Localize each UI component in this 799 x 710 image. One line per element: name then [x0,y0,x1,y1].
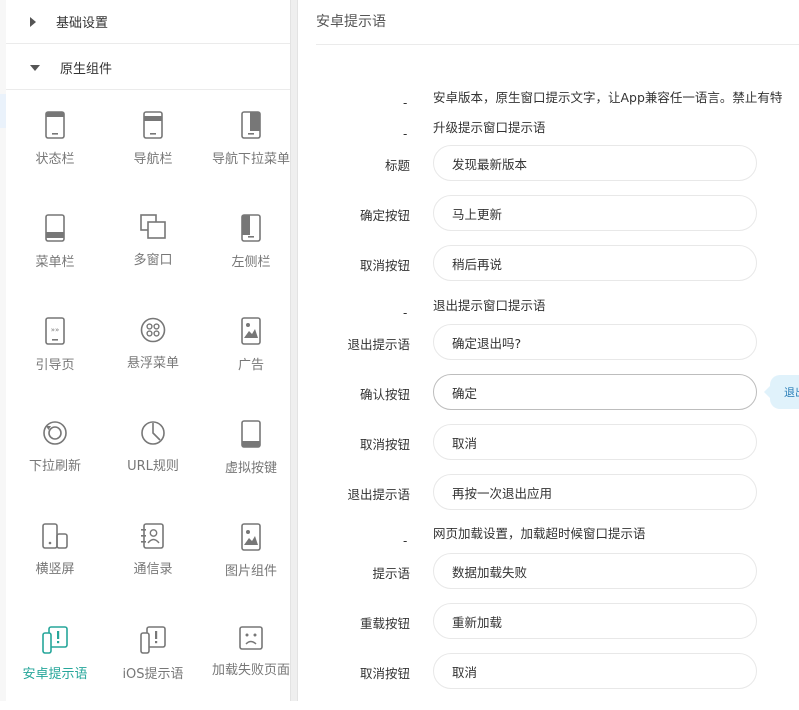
exit-press-again-input[interactable] [433,474,757,510]
load-prompt-input[interactable] [433,553,757,589]
contacts-icon [141,523,164,549]
component-url-rule[interactable]: URL规则 [104,401,202,504]
phone-status-bar-icon [45,111,65,139]
load-cancel-input[interactable] [433,653,757,689]
section-native-components[interactable]: 原生组件 [6,46,290,90]
component-label: 引导页 [35,358,75,373]
screen-rotate-icon [42,523,68,549]
upgrade-confirm-input[interactable] [433,195,757,231]
field-label-exit-cancel: 取消按钮 [359,437,410,452]
component-floating-menu[interactable]: 悬浮菜单 [104,298,202,401]
url-rule-icon [141,421,165,445]
field-label-reload: 重载按钮 [359,616,410,631]
component-label: 菜单栏 [35,255,75,270]
caret-right-icon [30,16,36,27]
dash-marker: - [403,306,408,320]
dash-marker: - [403,127,408,141]
floating-menu-icon [140,317,166,343]
android-alert-icon [42,626,68,654]
tooltip-text: 退出 [784,386,799,399]
component-screen-rotate[interactable]: 横竖屏 [6,504,104,607]
svg-text:»»: »» [51,326,60,334]
section-label: 基础设置 [56,16,109,31]
field-label-exit-prompt: 退出提示语 [347,337,410,352]
phone-menu-bar-icon [45,214,65,242]
component-left-sidebar[interactable]: 左侧栏 [202,195,300,298]
field-label-title: 标题 [384,158,410,173]
load-failed-face-icon [239,626,263,650]
exit-prompt-input[interactable] [433,324,757,360]
component-pull-refresh[interactable]: 下拉刷新 [6,401,104,504]
tooltip-bubble: 退出 [764,375,799,409]
phone-nav-bar-icon [143,111,163,139]
component-label: 多窗口 [133,253,173,268]
field-label-exit-confirm: 确认按钮 [359,387,410,402]
image-component-icon [241,523,261,551]
component-image[interactable]: 图片组件 [202,504,300,607]
component-guide-page[interactable]: »» 引导页 [6,298,104,401]
component-android-alert[interactable]: 安卓提示语 [6,607,104,710]
settings-panel: 安卓提示语 - 安卓版本，原生窗口提示文字，让App兼容任一语言。禁止有特 - … [298,0,799,701]
pull-refresh-icon [43,421,67,445]
component-nav-dropdown[interactable]: 导航下拉菜单 [202,92,300,195]
upgrade-title-input[interactable] [433,145,757,181]
component-label: 图片组件 [224,564,277,579]
ad-image-icon [241,317,261,345]
component-sidebar: 基础设置 原生组件 状态栏 导航栏 导航下拉菜单 菜单栏 多窗口 左侧栏 »» … [6,0,290,701]
component-label: 虚拟按键 [224,461,277,476]
dash-marker: - [403,534,408,548]
title-divider [316,44,799,45]
component-label: 广告 [237,358,264,373]
group-heading-exit: 退出提示窗口提示语 [433,298,546,313]
phone-left-sidebar-icon [241,214,261,242]
guide-page-icon: »» [45,317,65,345]
component-label: 悬浮菜单 [126,356,179,371]
component-ad[interactable]: 广告 [202,298,300,401]
panel-splitter[interactable] [290,0,298,701]
field-label-cancel: 取消按钮 [359,258,410,273]
component-label: 加载失败页面 [211,663,290,678]
component-label: 状态栏 [35,152,75,167]
intro-text: 安卓版本，原生窗口提示文字，让App兼容任一语言。禁止有特 [433,90,783,105]
component-menu-bar[interactable]: 菜单栏 [6,195,104,298]
component-load-failed-page[interactable]: 加载失败页面 [202,607,300,710]
component-label: 安卓提示语 [22,667,88,682]
phone-nav-dropdown-icon [241,111,261,139]
component-label: 通信录 [133,562,173,577]
component-label: iOS提示语 [122,667,184,682]
section-label: 原生组件 [60,62,113,77]
virtual-keys-icon [241,420,261,448]
field-label-load-prompt: 提示语 [372,566,410,581]
exit-cancel-input[interactable] [433,424,757,460]
component-multi-window[interactable]: 多窗口 [104,195,202,298]
group-heading-upgrade: 升级提示窗口提示语 [433,120,546,135]
field-label-load-cancel: 取消按钮 [359,666,410,681]
reload-button-input[interactable] [433,603,757,639]
component-label: 下拉刷新 [28,459,81,474]
component-status-bar[interactable]: 状态栏 [6,92,104,195]
component-ios-alert[interactable]: iOS提示语 [104,607,202,710]
page-title: 安卓提示语 [316,14,386,30]
upgrade-cancel-input[interactable] [433,245,757,281]
ios-alert-icon [140,626,166,654]
component-label: 导航下拉菜单 [211,152,290,167]
component-label: 导航栏 [133,152,173,167]
component-nav-bar[interactable]: 导航栏 [104,92,202,195]
dash-marker: - [403,96,408,110]
exit-confirm-input[interactable] [433,374,757,410]
component-label: 左侧栏 [231,255,271,270]
component-label: 横竖屏 [35,562,75,577]
section-basic-settings[interactable]: 基础设置 [6,0,290,44]
component-virtual-keys[interactable]: 虚拟按键 [202,401,300,504]
group-heading-web-load: 网页加载设置，加载超时候窗口提示语 [433,526,646,541]
caret-down-icon [30,64,40,71]
component-contacts[interactable]: 通信录 [104,504,202,607]
field-label-confirm: 确定按钮 [359,208,410,223]
multi-window-icon [140,214,166,239]
field-label-exit-press-again: 退出提示语 [347,487,410,502]
component-label: URL规则 [127,459,179,474]
